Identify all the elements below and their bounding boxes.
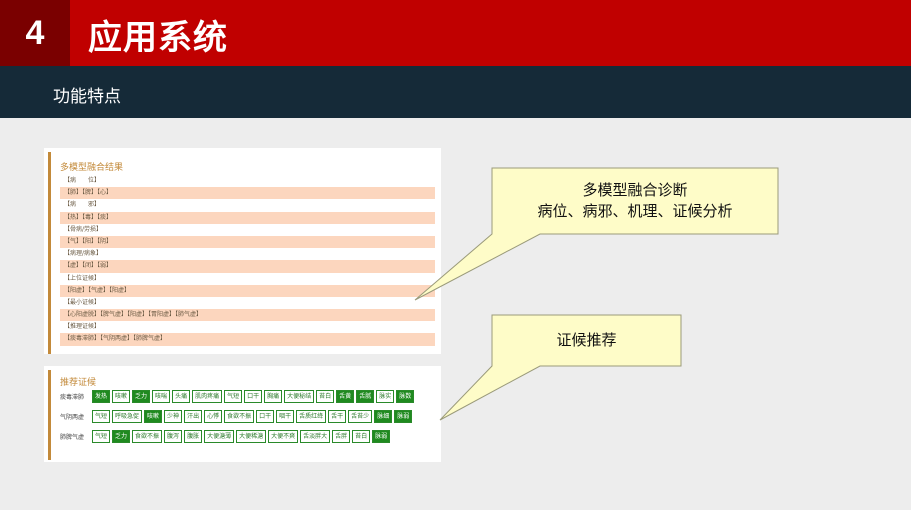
fusion-callout-line1: 多模型融合诊断 xyxy=(582,181,688,199)
fusion-callout-line2: 病位、病邪、机理、证候分析 xyxy=(537,202,733,220)
fusion-callout: 多模型融合诊断 病位、病邪、机理、证候分析 xyxy=(492,180,778,222)
recommend-callout-text: 证候推荐 xyxy=(556,331,617,349)
recommend-callout: 证候推荐 xyxy=(492,330,681,351)
callout-shapes xyxy=(414,167,779,421)
